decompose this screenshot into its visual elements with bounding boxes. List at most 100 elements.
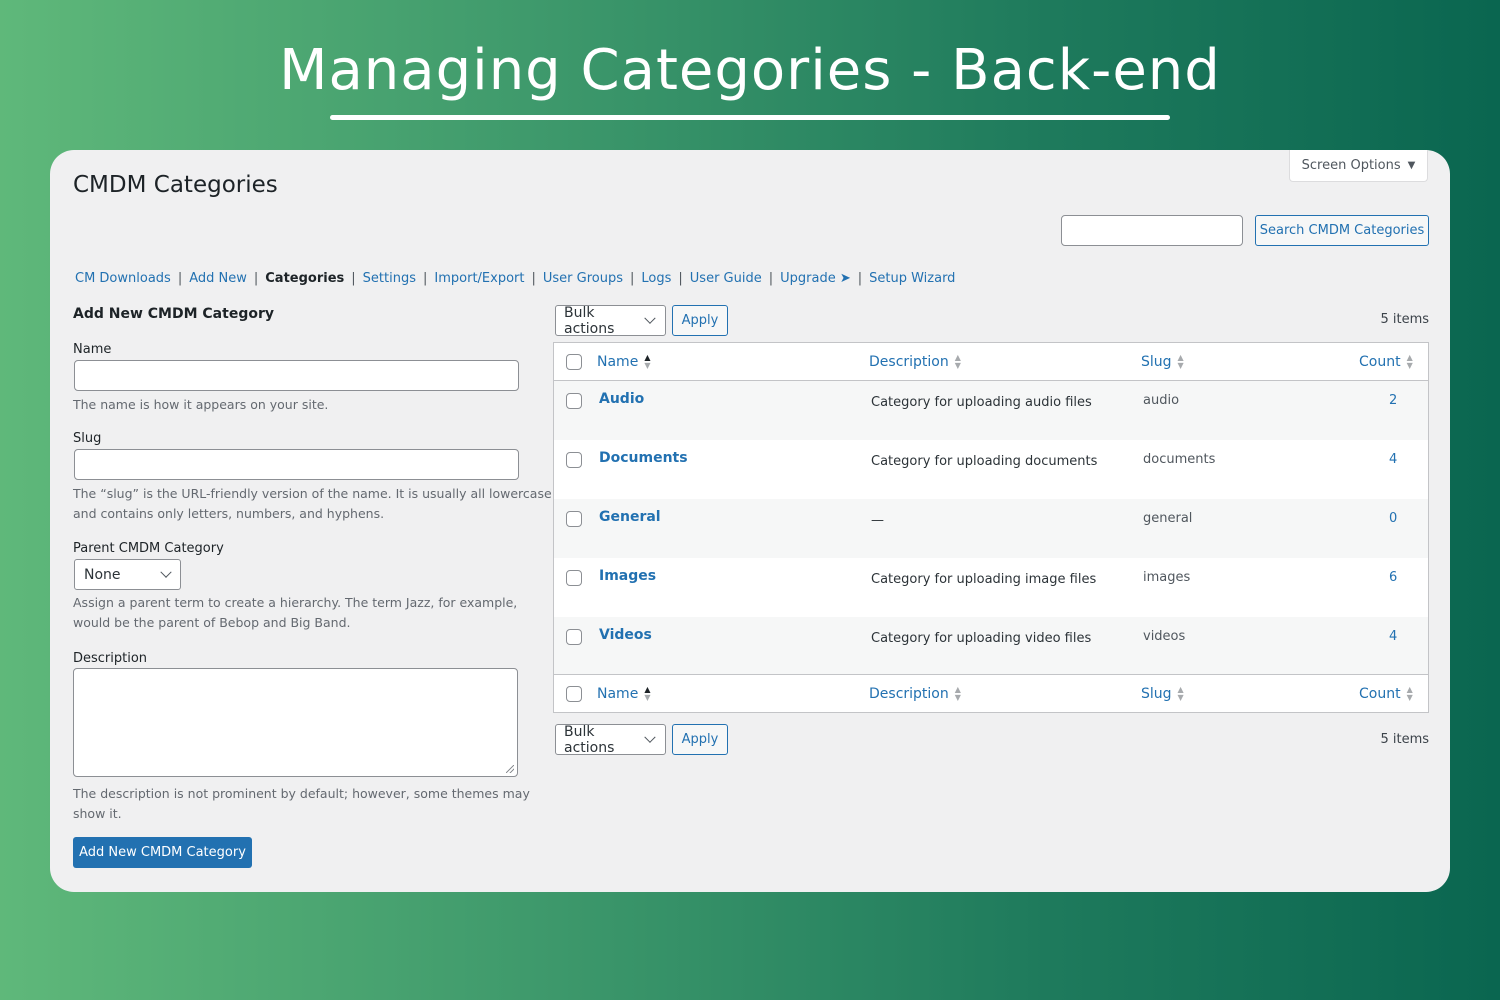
page-title: CMDM Categories [73,172,278,198]
add-category-button[interactable]: Add New CMDM Category [73,837,252,868]
name-input[interactable] [74,360,519,391]
subnav-separator: | [678,271,683,286]
column-footer-slug[interactable]: Slug ▲ ▼ [1141,675,1184,713]
resize-handle-icon[interactable] [506,765,514,773]
categories-table: Name ▲ ▼ Description ▲ ▼ Slug ▲ ▼ Count ▲ ▼ … [553,342,1429,713]
sort-arrows-icon: ▲ ▼ [1177,353,1184,370]
slug-help: The “slug” is the URL-friendly version o… [73,484,552,524]
subnav-separator: | [630,271,635,286]
subnav-cm-downloads[interactable]: CM Downloads [75,271,171,286]
table-row: Audio Category for uploading audio files… [554,381,1428,440]
subnav-import-export[interactable]: Import/Export [434,271,524,286]
parent-help-line: would be the parent of Bebop and Big Ban… [73,615,351,630]
row-checkbox[interactable] [566,511,582,527]
search-input[interactable] [1061,215,1243,246]
category-count-link[interactable]: 6 [1389,570,1397,585]
category-description: Category for uploading documents [871,454,1098,469]
table-row: Documents Category for uploading documen… [554,440,1428,499]
column-label: Name [597,354,639,370]
bulk-actions-value: Bulk actions [564,304,615,337]
name-help: The name is how it appears on your site. [73,397,329,412]
select-all-checkbox-bottom[interactable] [566,686,582,702]
subnav-add-new[interactable]: Add New [189,271,247,286]
category-slug: general [1143,511,1193,526]
banner-title: Managing Categories - Back-end [279,38,1221,103]
table-row: General — general 0 [554,499,1428,558]
sort-arrows-icon: ▲ ▼ [954,353,961,370]
sort-arrows-icon: ▲ ▼ [1406,353,1413,370]
banner-underline [330,115,1170,120]
slug-help-line: The “slug” is the URL-friendly version o… [73,486,552,501]
category-name-link[interactable]: Videos [599,627,652,643]
column-header-count[interactable]: Count ▲ ▼ [1359,343,1413,381]
column-footer-name[interactable]: Name ▲ ▼ [597,675,650,713]
subnav-user-guide[interactable]: User Guide [690,271,762,286]
row-checkbox[interactable] [566,629,582,645]
items-count-top: 5 items [1380,312,1429,327]
category-slug: documents [1143,452,1216,467]
category-count-link[interactable]: 4 [1389,629,1397,644]
row-checkbox[interactable] [566,393,582,409]
parent-select[interactable]: None [74,559,181,590]
row-checkbox[interactable] [566,452,582,468]
column-label: Name [597,686,639,702]
category-name-link[interactable]: Documents [599,450,688,466]
apply-button-top[interactable]: Apply [672,305,728,336]
category-name-link[interactable]: General [599,509,661,525]
category-description: — [871,513,884,528]
search-button[interactable]: Search CMDM Categories [1255,215,1429,246]
category-description: Category for uploading audio files [871,395,1092,410]
category-slug: images [1143,570,1191,585]
category-name-link[interactable]: Images [599,568,656,584]
column-label: Slug [1141,686,1172,702]
column-header-description[interactable]: Description ▲ ▼ [869,343,961,381]
sort-arrows-icon: ▲ ▼ [644,685,651,702]
bulk-actions-select-bottom[interactable]: Bulk actions [555,724,666,756]
column-footer-description[interactable]: Description ▲ ▼ [869,675,961,713]
items-count-bottom: 5 items [1380,732,1429,747]
admin-panel: Screen Options ▼ CMDM Categories Search … [50,150,1450,892]
subnav-categories[interactable]: Categories [265,271,344,286]
slug-input[interactable] [74,449,519,480]
category-description: Category for uploading video files [871,631,1092,646]
column-label: Count [1359,354,1401,370]
subnav-logs[interactable]: Logs [641,271,671,286]
category-count-link[interactable]: 0 [1389,511,1397,526]
sort-arrows-icon: ▲ ▼ [1177,685,1184,702]
row-checkbox[interactable] [566,570,582,586]
subnav-settings[interactable]: Settings [363,271,416,286]
subnav-setup-wizard[interactable]: Setup Wizard [869,271,955,286]
parent-help: Assign a parent term to create a hierarc… [73,593,517,633]
column-label: Description [869,686,949,702]
category-slug: audio [1143,393,1180,408]
name-label: Name [73,342,112,357]
screen-options-button[interactable]: Screen Options ▼ [1289,150,1428,182]
description-label: Description [73,651,148,666]
slug-help-line: and contains only letters, numbers, and … [73,506,385,521]
column-header-name[interactable]: Name ▲ ▼ [597,343,650,381]
parent-label: Parent CMDM Category [73,541,224,556]
subnav-separator: | [423,271,428,286]
subnav-user-groups[interactable]: User Groups [543,271,623,286]
description-help: The description is not prominent by defa… [73,784,530,824]
parent-select-value: None [84,566,121,583]
category-slug: videos [1143,629,1186,644]
table-header: Name ▲ ▼ Description ▲ ▼ Slug ▲ ▼ Count ▲ ▼ [554,343,1428,381]
plugin-subnav: CM Downloads | Add New | Categories | Se… [75,271,955,286]
column-label: Description [869,354,949,370]
table-row: Videos Category for uploading video file… [554,617,1428,674]
description-textarea[interactable] [73,668,518,777]
category-count-link[interactable]: 4 [1389,452,1397,467]
select-all-checkbox[interactable] [566,354,582,370]
subnav-separator: | [177,271,183,286]
column-label: Count [1359,686,1401,702]
bulk-actions-select-top[interactable]: Bulk actions [555,304,666,337]
column-header-slug[interactable]: Slug ▲ ▼ [1141,343,1184,381]
table-footer: Name ▲ ▼ Description ▲ ▼ Slug ▲ ▼ Count ▲ ▼ [554,674,1428,712]
subnav-upgrade[interactable]: Upgrade ➤ [780,271,851,286]
category-name-link[interactable]: Audio [599,391,644,407]
sort-arrows-icon: ▲ ▼ [954,685,961,702]
category-count-link[interactable]: 2 [1389,393,1397,408]
column-footer-count[interactable]: Count ▲ ▼ [1359,675,1413,713]
apply-button-bottom[interactable]: Apply [672,724,728,755]
